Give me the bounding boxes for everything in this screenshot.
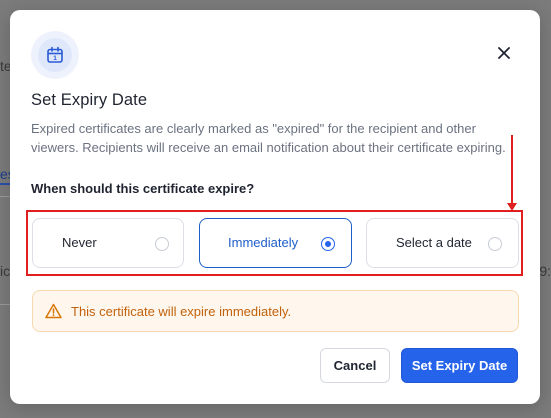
background-tab-underline [0,183,10,185]
warning-icon [45,303,62,319]
calendar-badge: 1 [31,31,79,79]
option-label: Select a date [396,235,472,250]
option-label: Immediately [228,235,299,250]
radio-never[interactable] [155,237,169,251]
option-label: Never [62,235,97,250]
annotation-arrow-line [511,135,513,207]
background-cell-fragment: 9: [539,263,551,279]
calendar-icon: 1 [47,46,63,63]
cancel-button[interactable]: Cancel [320,348,390,383]
dialog-description: Expired certificates are clearly marked … [31,121,506,155]
background-cell-fragment: ic [0,263,11,279]
alert-text: This certificate will expire immediately… [71,304,292,319]
background-divider [0,304,10,305]
radio-immediately[interactable] [321,237,335,251]
calendar-icon-day: 1 [53,55,57,62]
close-button[interactable] [494,43,514,63]
expiry-question: When should this certificate expire? [31,181,255,196]
option-select-a-date[interactable]: Select a date [366,218,519,268]
expiry-warning-alert: This certificate will expire immediately… [32,290,519,332]
option-immediately[interactable]: Immediately [199,218,352,268]
option-never[interactable]: Never [32,218,184,268]
set-expiry-dialog: 1 Set Expiry Date Expired certificates a… [10,10,540,404]
set-expiry-date-button[interactable]: Set Expiry Date [401,348,518,383]
close-icon [498,47,510,59]
dialog-title: Set Expiry Date [31,91,148,109]
radio-select-a-date[interactable] [488,237,502,251]
background-divider [0,196,10,197]
